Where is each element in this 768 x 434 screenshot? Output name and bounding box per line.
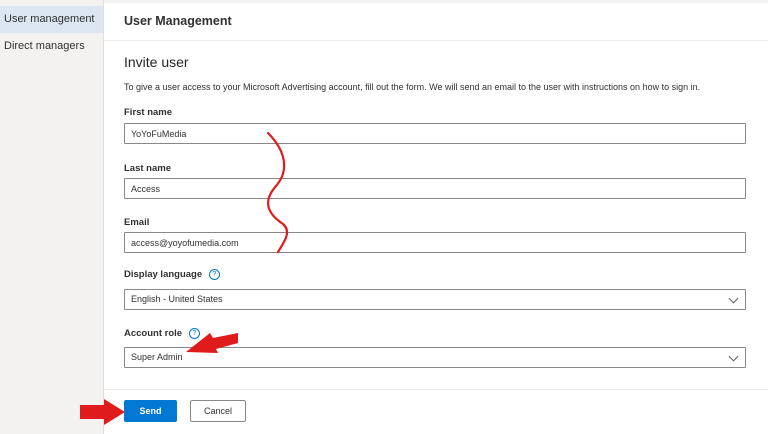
info-icon[interactable]: ? xyxy=(188,328,200,339)
account-role-select[interactable]: Super Admin xyxy=(124,347,746,368)
account-role-label: Account role xyxy=(124,328,183,340)
cancel-button[interactable]: Cancel xyxy=(190,400,246,422)
sidebar-item-direct-managers[interactable]: Direct managers xyxy=(0,33,103,60)
page-title: User Management xyxy=(124,14,232,28)
first-name-field[interactable] xyxy=(124,123,746,144)
last-name-label: Last name xyxy=(124,163,171,174)
top-divider xyxy=(104,0,768,3)
last-name-input[interactable] xyxy=(125,179,745,199)
email-label: Email xyxy=(124,217,150,228)
display-language-label-row: Display language ? xyxy=(124,269,220,280)
footer-divider xyxy=(104,389,768,390)
first-name-input[interactable] xyxy=(125,124,745,144)
email-input[interactable] xyxy=(125,233,745,253)
display-language-label: Display language xyxy=(124,269,203,281)
last-name-field[interactable] xyxy=(124,178,746,199)
account-role-label-row: Account role ? xyxy=(124,328,200,339)
main-content: User Management Invite user To give a us… xyxy=(104,0,768,434)
display-language-value: English - United States xyxy=(131,294,223,304)
chevron-down-icon xyxy=(728,293,739,304)
sidebar-item-user-management[interactable]: User management xyxy=(0,6,103,33)
info-icon[interactable]: ? xyxy=(208,269,220,280)
header-divider xyxy=(104,40,768,41)
email-field[interactable] xyxy=(124,232,746,253)
section-title: Invite user xyxy=(124,54,189,70)
first-name-label: First name xyxy=(124,107,173,118)
sidebar: User management Direct managers xyxy=(0,0,104,434)
form-description: To give a user access to your Microsoft … xyxy=(124,82,701,92)
account-role-value: Super Admin xyxy=(131,352,183,362)
chevron-down-icon xyxy=(728,351,739,362)
send-button[interactable]: Send xyxy=(124,400,177,422)
display-language-select[interactable]: English - United States xyxy=(124,289,746,310)
